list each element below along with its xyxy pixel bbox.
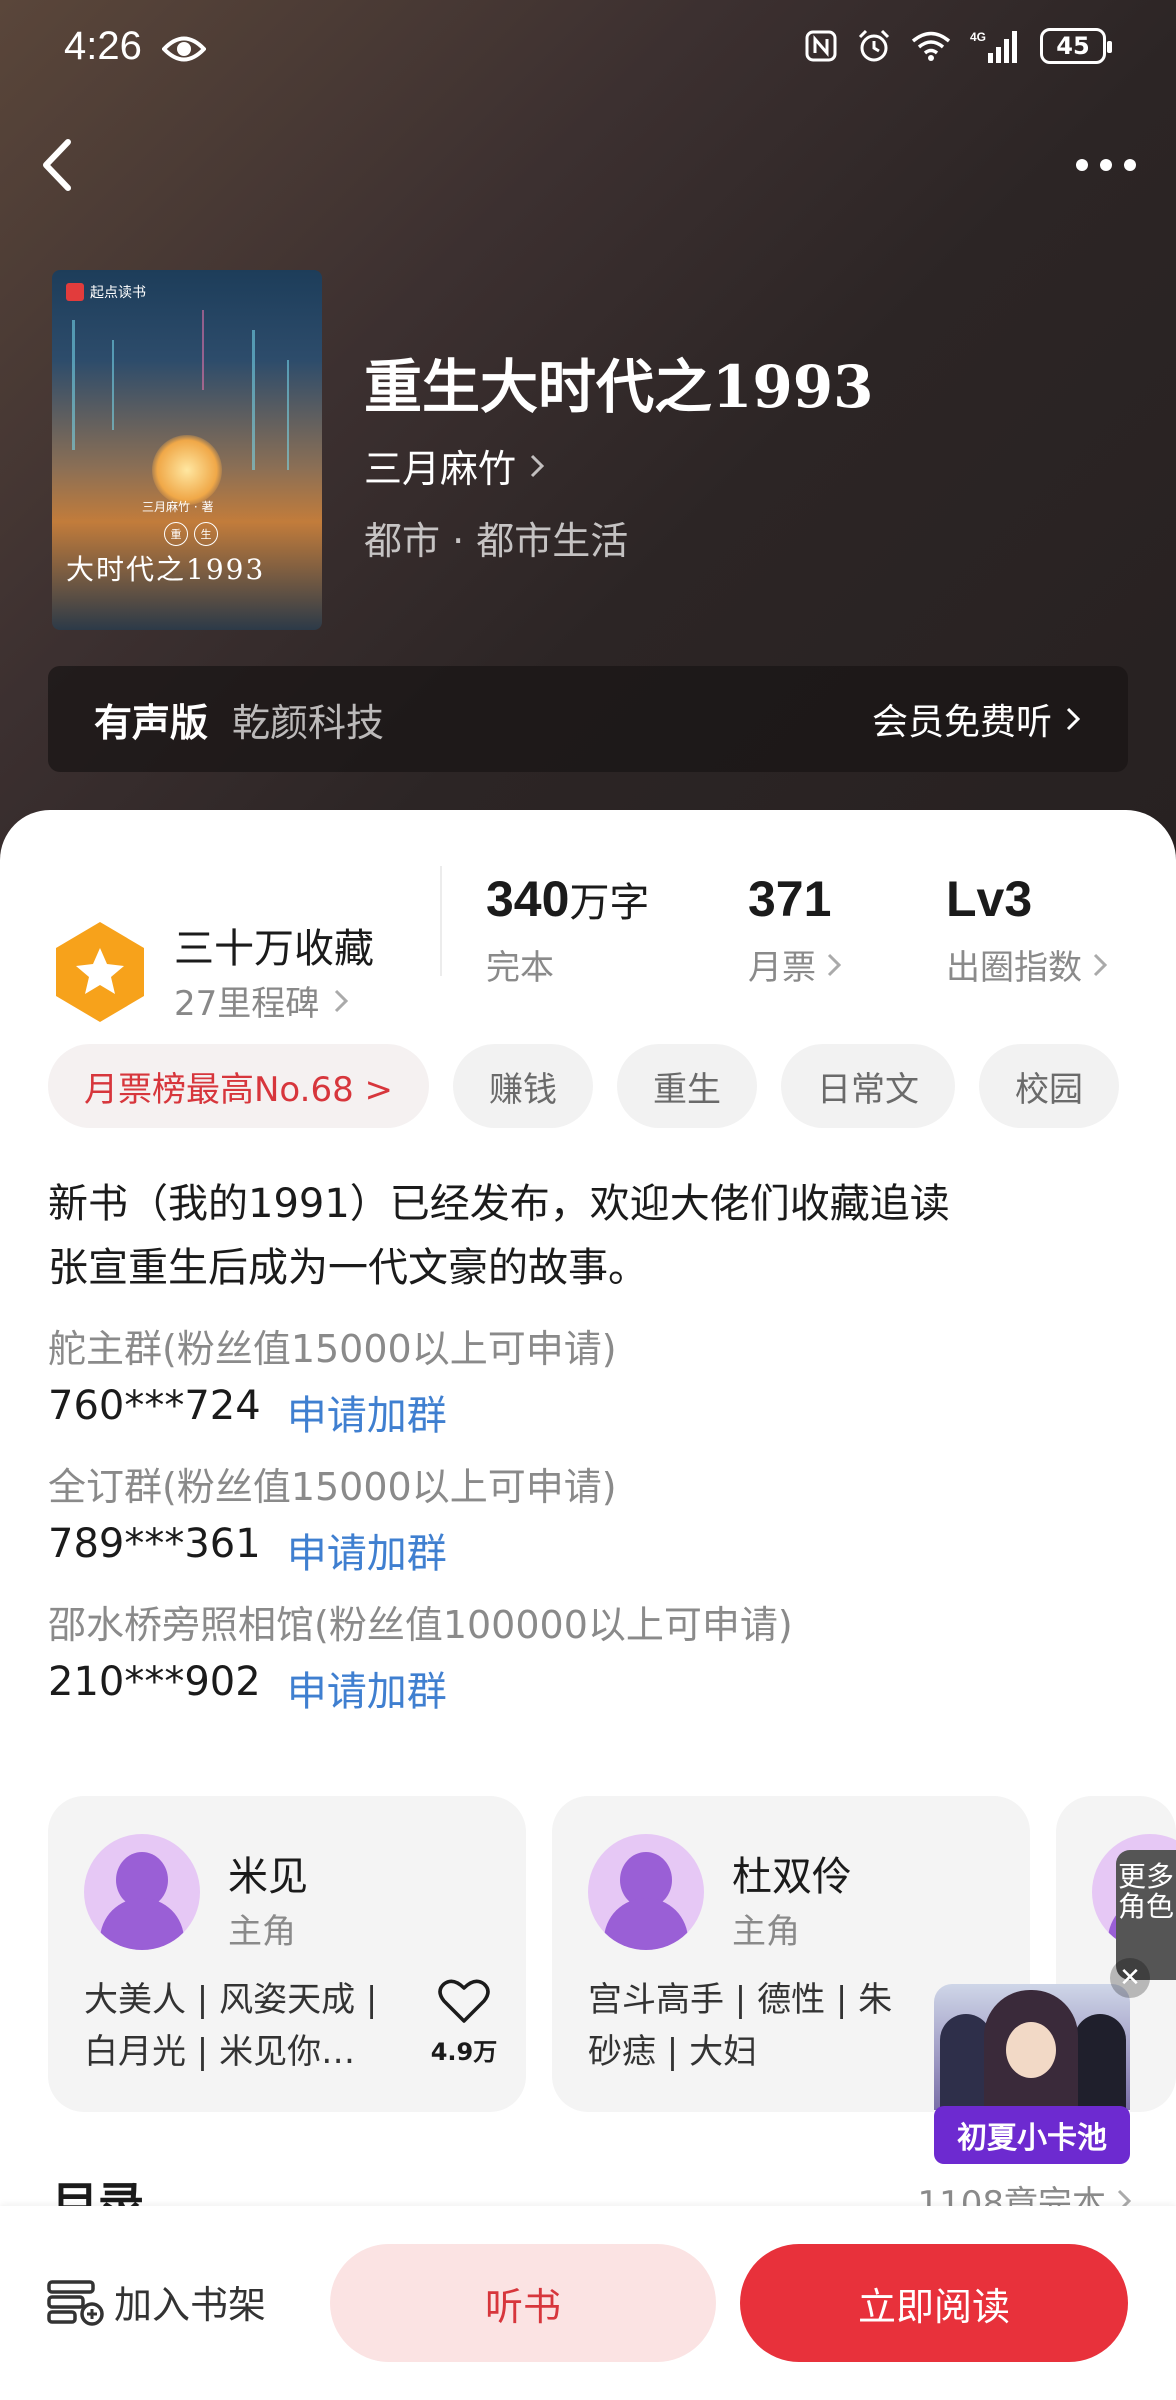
group-title: 邵水桥旁照相馆(粉丝值100000以上可申请) xyxy=(48,1603,793,1647)
favorites-title: 三十万收藏 xyxy=(174,926,374,972)
wifi-icon xyxy=(911,31,951,61)
group-title: 全订群(粉丝值15000以上可申请) xyxy=(48,1465,617,1509)
apply-join-link[interactable]: 申请加群 xyxy=(287,1383,447,1441)
cover-badge: 生 xyxy=(194,522,218,546)
stat-popularity-index[interactable]: Lv3 出圈指数 xyxy=(946,870,1108,989)
fan-group: 全订群(粉丝值15000以上可申请) 789***361 申请加群 xyxy=(48,1456,617,1579)
chevron-right-icon xyxy=(530,454,545,477)
audio-version-bar[interactable]: 有声版 乾颜科技 会员免费听 xyxy=(48,666,1128,772)
group-number: 760***724 xyxy=(48,1383,261,1429)
promo-card-pool[interactable]: 初夏小卡池 xyxy=(934,1984,1130,2164)
chevron-right-icon xyxy=(1093,953,1108,976)
book-cover[interactable]: 起点读书 三月麻竹 · 著 重 生 大时代之1993 xyxy=(52,270,322,630)
avatar xyxy=(588,1834,704,1950)
chevron-right-icon xyxy=(1066,707,1081,731)
more-dot-icon xyxy=(1100,159,1112,171)
tag-item[interactable]: 赚钱 xyxy=(453,1044,594,1128)
tag-list: 月票榜最高No.68 > 赚钱 重生 日常文 校园 xyxy=(48,1044,1120,1128)
more-dot-icon xyxy=(1124,159,1136,171)
role-like-button[interactable]: 4.9万 xyxy=(424,1978,504,2067)
tag-item[interactable]: 日常文 xyxy=(781,1044,956,1128)
role-type: 主角 xyxy=(732,1912,800,1952)
role-name: 米见 xyxy=(228,1854,308,1900)
shelf-label: 加入书架 xyxy=(114,2283,267,2327)
signal-icon: 4G xyxy=(970,30,1017,63)
tag-item[interactable]: 校园 xyxy=(979,1044,1120,1128)
group-number: 210***902 xyxy=(48,1659,261,1705)
publisher-logo-icon xyxy=(66,283,84,301)
cover-author: 三月麻竹 · 著 xyxy=(142,500,214,514)
tag-rank[interactable]: 月票榜最高No.68 > xyxy=(48,1044,430,1128)
description-line: 张宣重生后成为一代文豪的故事。 xyxy=(48,1245,648,1291)
fan-group: 舵主群(粉丝值15000以上可申请) 760***724 申请加群 xyxy=(48,1318,617,1441)
divider xyxy=(440,866,442,976)
read-now-button[interactable]: 立即阅读 xyxy=(740,2244,1128,2362)
book-category: 都市 · 都市生活 xyxy=(364,519,629,563)
heart-icon xyxy=(438,1979,490,2023)
promo-label: 初夏小卡池 xyxy=(934,2106,1130,2164)
chevron-right-icon xyxy=(335,989,349,1012)
alarm-icon xyxy=(858,29,890,62)
author-link[interactable]: 三月麻竹 xyxy=(364,438,546,493)
group-number: 789***361 xyxy=(48,1521,261,1567)
back-button[interactable] xyxy=(28,130,88,200)
cover-badge: 重 xyxy=(164,522,188,546)
bookshelf-add-icon xyxy=(47,2279,104,2326)
stat-word-count: 340万字 完本 xyxy=(486,871,650,988)
nfc-icon xyxy=(805,30,837,62)
role-description: 大美人 | 风姿天成 | 白月光 | 米见你… xyxy=(84,1980,378,2072)
role-type: 主角 xyxy=(228,1912,296,1952)
tag-item[interactable]: 重生 xyxy=(617,1044,758,1128)
author-name: 三月麻竹 xyxy=(364,447,517,491)
fan-group: 邵水桥旁照相馆(粉丝值100000以上可申请) 210***902 申请加群 xyxy=(48,1594,793,1717)
cover-title: 大时代之1993 xyxy=(66,553,266,586)
role-name: 杜双伶 xyxy=(732,1854,852,1900)
description-line: 新书（我的1991）已经发布，欢迎大佬们收藏追读 xyxy=(48,1181,950,1227)
close-icon[interactable]: ✕ xyxy=(1110,1958,1150,1998)
audio-label: 有声版 xyxy=(94,700,209,745)
promo-characters-image xyxy=(934,1984,1130,2110)
group-title: 舵主群(粉丝值15000以上可申请) xyxy=(48,1327,617,1371)
apply-join-link[interactable]: 申请加群 xyxy=(287,1521,447,1579)
listen-button[interactable]: 听书 xyxy=(330,2244,716,2362)
book-description[interactable]: 新书（我的1991）已经发布，欢迎大佬们收藏追读 张宣重生后成为一代文豪的故事。 xyxy=(48,1172,1128,1300)
apply-join-link[interactable]: 申请加群 xyxy=(287,1659,447,1717)
milestone-link[interactable]: 27里程碑 xyxy=(174,976,349,1025)
battery-indicator: 45 xyxy=(1040,28,1112,64)
book-title: 重生大时代之1993 xyxy=(364,353,874,421)
role-like-count: 4.9万 xyxy=(430,2038,498,2066)
bottom-action-bar: 加入书架 听书 立即阅读 xyxy=(0,2206,1176,2400)
audio-publisher: 乾颜科技 xyxy=(232,700,385,745)
add-to-shelf-button[interactable]: 加入书架 xyxy=(46,2274,266,2329)
status-time: 4:26 xyxy=(64,24,142,68)
svg-text:4G: 4G xyxy=(970,30,986,44)
role-description: 宫斗高手 | 德性 | 朱砂痣 | 大妇 xyxy=(588,1980,893,2072)
more-dot-icon xyxy=(1076,159,1088,171)
cover-sun xyxy=(152,435,222,505)
book-header: 4:26 4G 45 起点读书 三月麻竹 · 著 重 生 大时代之1993 重生… xyxy=(0,0,1176,860)
chevron-right-icon xyxy=(827,953,842,976)
favorite-star-icon xyxy=(56,922,144,1022)
eye-icon xyxy=(162,36,206,62)
chevron-left-icon xyxy=(43,139,71,191)
cover-publisher: 起点读书 xyxy=(66,282,146,302)
role-card[interactable]: 米见 主角 大美人 | 风姿天成 | 白月光 | 米见你… 4.9万 xyxy=(48,1796,526,2112)
status-icons: 4G 45 xyxy=(804,28,1112,64)
battery-level: 45 xyxy=(1056,32,1090,60)
audio-free-listen[interactable]: 会员免费听 xyxy=(872,693,1082,745)
stat-monthly-tickets[interactable]: 371 月票 xyxy=(748,870,842,989)
status-bar: 4:26 4G 45 xyxy=(0,0,1176,100)
avatar xyxy=(84,1834,200,1950)
more-button[interactable] xyxy=(1066,140,1146,190)
